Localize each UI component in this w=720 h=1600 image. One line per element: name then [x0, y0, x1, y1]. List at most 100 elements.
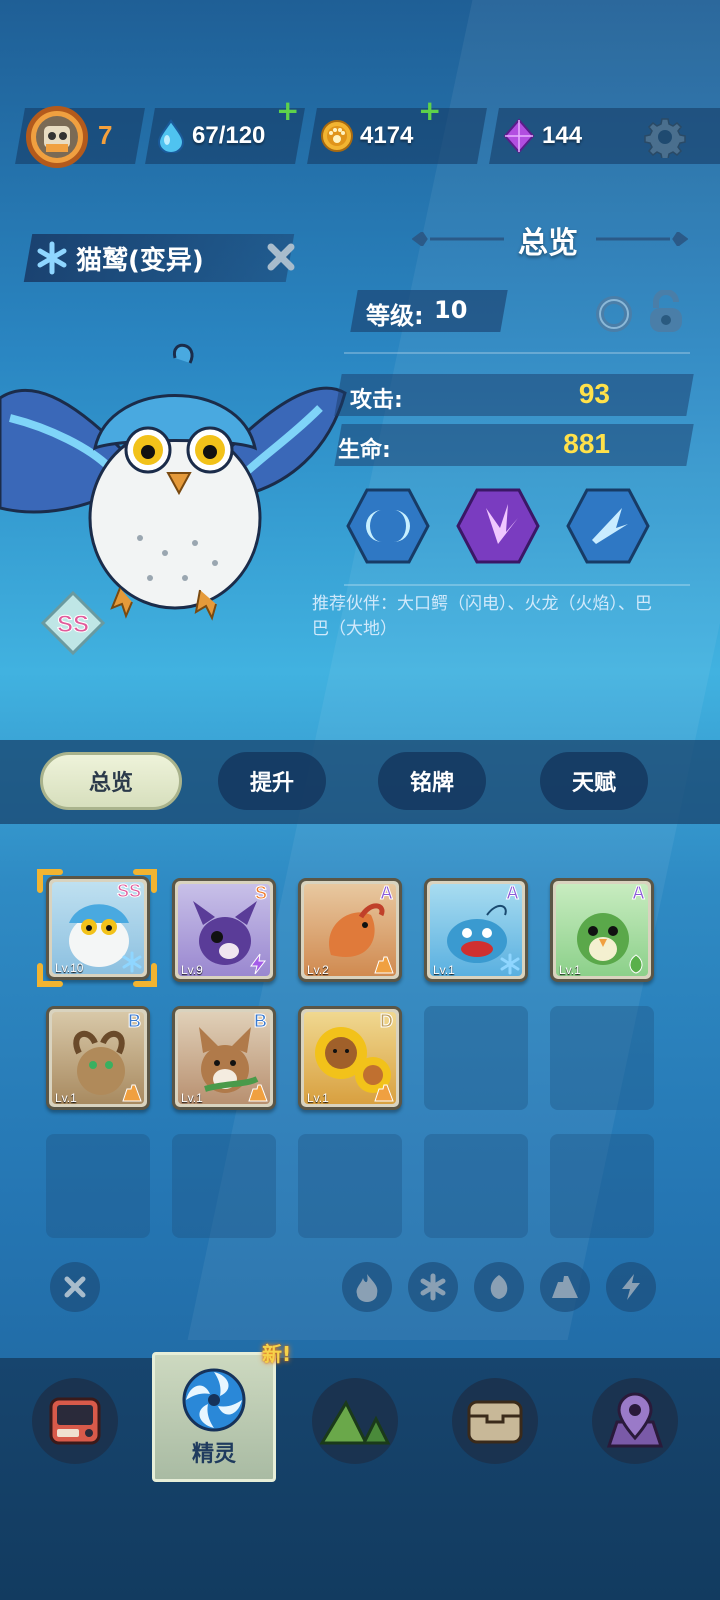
pet-name: 猫鹫(变异): [76, 246, 204, 276]
empty-slot: [46, 1134, 150, 1238]
recommend-text: 推荐伙伴：大口鳄（闪电）、火龙（火焰）、巴巴（大地）: [312, 594, 652, 639]
rank-label: A: [506, 883, 520, 904]
chest-icon: [467, 1400, 523, 1444]
tab-upgrade[interactable]: 提升: [218, 752, 326, 810]
coin-counter[interactable]: 4174: [320, 116, 413, 156]
level-value: 10: [434, 296, 468, 324]
energy-counter[interactable]: 67/120: [156, 116, 265, 156]
gem-icon: [503, 118, 535, 154]
paw-coin-icon: [321, 120, 353, 152]
pet-card[interactable]: A Lv.1: [550, 878, 654, 982]
leaf-icon: [629, 954, 643, 974]
empty-slot: [424, 1006, 528, 1110]
level-label: Lv.9: [181, 963, 203, 977]
level-label: Lv.1: [55, 1091, 77, 1105]
filter-fire[interactable]: [342, 1262, 392, 1312]
earth-icon: [374, 956, 394, 974]
rank-badge-ss: SS: [40, 590, 106, 656]
rank-label: B: [128, 1011, 142, 1032]
title-ornament-right: [596, 232, 688, 246]
close-icon[interactable]: [264, 240, 298, 274]
pet-card[interactable]: S Lv.9: [172, 878, 276, 982]
selection-frame: [37, 869, 157, 987]
close-icon: [64, 1276, 86, 1298]
coin-value: 4174: [360, 122, 414, 149]
map-pin-icon: [607, 1392, 663, 1448]
avatar-portrait: [36, 116, 78, 158]
feather-arrow-icon[interactable]: [566, 488, 650, 564]
divider: [344, 584, 690, 586]
snowflake-icon: [500, 953, 520, 975]
hp-value: 881: [563, 428, 610, 459]
empty-slot: [298, 1134, 402, 1238]
level-label: Lv.1: [181, 1091, 203, 1105]
divider: [344, 352, 690, 354]
energy-value: 67/120: [192, 122, 266, 149]
shop-icon: [49, 1397, 101, 1445]
new-badge: 新!: [262, 1342, 292, 1366]
lightning-icon: [250, 953, 267, 975]
level-label: Lv.1: [307, 1091, 329, 1105]
filter-grass[interactable]: [474, 1262, 524, 1312]
level-label: Lv.1: [559, 963, 581, 977]
clear-filter-button[interactable]: [50, 1262, 100, 1312]
empty-slot: [550, 1134, 654, 1238]
lock-icon[interactable]: [646, 290, 686, 334]
mountain-icon: [320, 1399, 390, 1445]
pet-card[interactable]: A Lv.2: [298, 878, 402, 982]
nav-shop[interactable]: [32, 1378, 118, 1464]
spirit-icon: [182, 1368, 246, 1432]
earth-icon: [374, 1084, 394, 1102]
level-label: Lv.1: [433, 963, 455, 977]
filter-lightning[interactable]: [606, 1262, 656, 1312]
fire-icon: [356, 1274, 378, 1302]
empty-slot: [550, 1006, 654, 1110]
filter-earth[interactable]: [540, 1262, 590, 1312]
rank-label: D: [380, 1011, 394, 1032]
nav-map[interactable]: [592, 1378, 678, 1464]
nav-spirit-label: 精灵: [191, 1442, 236, 1467]
gem-value: 144: [542, 122, 583, 149]
leaf-icon: [490, 1275, 508, 1299]
crystal-shard-icon[interactable]: [456, 488, 540, 564]
resource-bar: 7 67/120 + 4174 + 144: [0, 94, 720, 168]
moon-crescents-icon[interactable]: [346, 488, 430, 564]
rank-label: B: [254, 1011, 268, 1032]
add-coin-button[interactable]: +: [418, 94, 441, 127]
tab-nameplate[interactable]: 铭牌: [378, 752, 486, 810]
lightning-icon: [622, 1274, 640, 1300]
level-label: 等级:: [366, 302, 424, 330]
earth-icon: [248, 1084, 268, 1102]
ring-icon[interactable]: [594, 294, 634, 334]
nav-bag[interactable]: [452, 1378, 538, 1464]
attack-value: 93: [578, 378, 610, 409]
snowflake-icon: [37, 241, 67, 275]
rank-text: SS: [57, 611, 89, 638]
empty-slot: [424, 1134, 528, 1238]
water-drop-icon: [157, 119, 185, 153]
hp-label: 生命:: [338, 438, 391, 463]
add-energy-button[interactable]: +: [276, 94, 299, 127]
filter-ice[interactable]: [408, 1262, 458, 1312]
avatar[interactable]: [26, 106, 88, 168]
earth-icon: [122, 1084, 142, 1102]
title-ornament-left: [412, 232, 504, 246]
level-label: Lv.2: [307, 963, 329, 977]
attack-label: 攻击:: [350, 388, 403, 413]
snowflake-icon: [420, 1273, 446, 1301]
pet-card[interactable]: B Lv.1: [172, 1006, 276, 1110]
tab-overview[interactable]: 总览: [40, 752, 182, 810]
earth-icon: [552, 1276, 578, 1298]
empty-slot: [172, 1134, 276, 1238]
pet-card[interactable]: D Lv.1: [298, 1006, 402, 1110]
pet-card[interactable]: B Lv.1: [46, 1006, 150, 1110]
nav-adventure[interactable]: [312, 1378, 398, 1464]
player-level: 7: [98, 120, 113, 150]
tab-talent[interactable]: 天赋: [540, 752, 648, 810]
gem-counter[interactable]: 144: [502, 116, 582, 156]
rank-label: A: [632, 883, 646, 904]
pet-card[interactable]: A Lv.1: [424, 878, 528, 982]
section-title: 总览: [518, 226, 578, 261]
gear-icon[interactable]: [644, 116, 686, 158]
rank-label: S: [254, 883, 267, 904]
